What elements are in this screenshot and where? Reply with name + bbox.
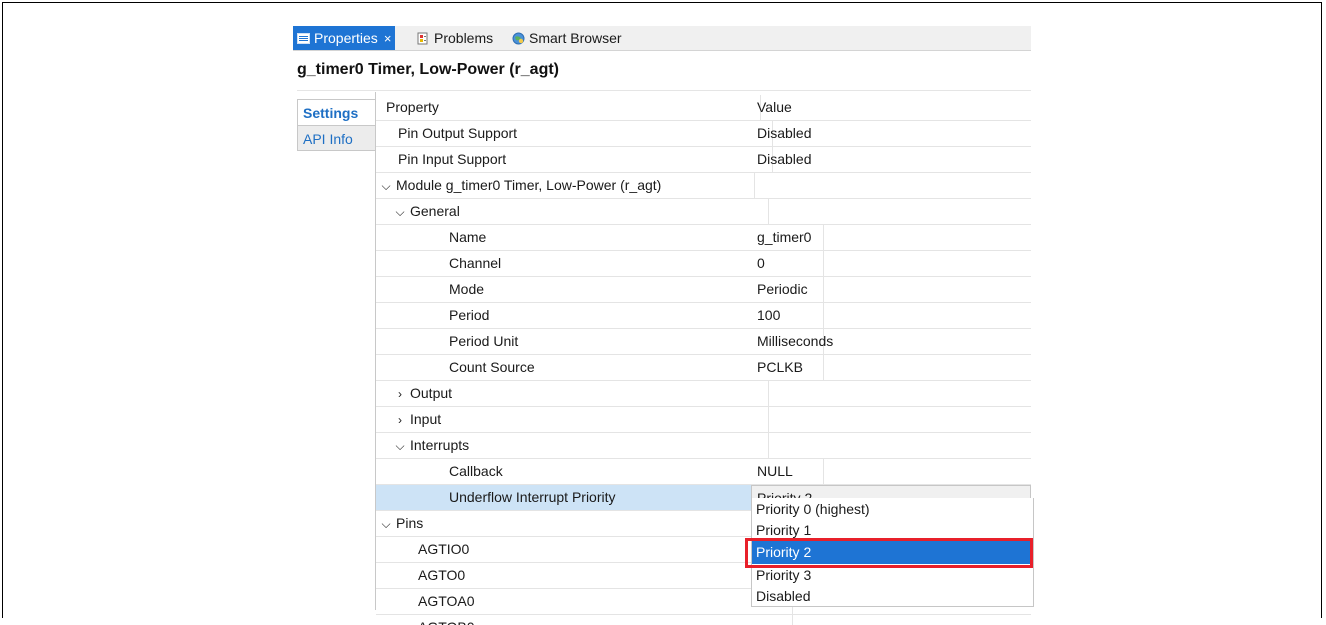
table-row[interactable]: Callback NULL — [376, 459, 1031, 485]
chevron-down-icon[interactable]: ⌵ — [394, 434, 406, 458]
property-name: AGTOB0 — [376, 615, 793, 625]
property-value[interactable]: Milliseconds — [757, 329, 1031, 354]
chevron-down-icon[interactable]: ⌵ — [380, 512, 392, 536]
table-row[interactable]: Channel 0 — [376, 251, 1031, 277]
tree-node: ⌵ General — [376, 199, 769, 224]
chevron-down-icon[interactable]: ⌵ — [380, 174, 392, 198]
property-value — [757, 199, 1031, 224]
property-name: Pin Input Support — [376, 147, 773, 172]
tree-node: ⌵ Module g_timer0 Timer, Low-Power (r_agt… — [376, 173, 755, 198]
problems-icon — [417, 32, 430, 45]
close-icon[interactable]: × — [384, 31, 392, 46]
property-value[interactable]: PCLKB — [757, 355, 1031, 380]
tree-node: ⌵ Pins — [376, 511, 755, 536]
tab-label: Properties — [314, 30, 378, 46]
tab-label: Problems — [434, 30, 494, 46]
property-name: Output — [410, 385, 453, 401]
tab-label: Smart Browser — [529, 30, 622, 46]
table-row[interactable]: Pin Output Support Disabled — [376, 121, 1031, 147]
tab-smart-browser[interactable]: Smart Browser — [512, 26, 622, 50]
tab-properties[interactable]: Properties × — [293, 26, 396, 50]
property-name: AGTIO0 — [376, 537, 793, 562]
table-row[interactable]: ⌵ Module g_timer0 Timer, Low-Power (r_agt… — [376, 173, 1031, 199]
side-tab-settings[interactable]: Settings — [297, 99, 376, 125]
column-header-value[interactable]: Value — [757, 95, 1031, 120]
property-value[interactable] — [757, 615, 1031, 625]
table-row[interactable]: Period Unit Milliseconds — [376, 329, 1031, 355]
tree-node: › Input — [376, 407, 769, 432]
property-value — [757, 433, 1031, 458]
dropdown-option[interactable]: Disabled — [752, 586, 1033, 606]
tree-node: ⌵ Interrupts — [376, 433, 769, 458]
property-name: General — [410, 203, 460, 219]
smart-browser-icon — [512, 32, 525, 45]
property-value[interactable]: 100 — [757, 303, 1031, 328]
property-value — [757, 381, 1031, 406]
priority-dropdown-list: Priority 0 (highest) Priority 1 Priority… — [751, 498, 1034, 607]
table-row[interactable]: › Output — [376, 381, 1031, 407]
property-value[interactable]: g_timer0 — [757, 225, 1031, 250]
tab-problems[interactable]: Problems — [417, 26, 493, 50]
property-name: Pin Output Support — [376, 121, 773, 146]
property-value[interactable]: Disabled — [757, 121, 1031, 146]
property-value — [757, 407, 1031, 432]
chevron-right-icon[interactable]: › — [394, 382, 406, 406]
property-name: Input — [410, 411, 442, 427]
tree-node: › Output — [376, 381, 769, 406]
panel-title: g_timer0 Timer, Low-Power (r_agt) — [297, 52, 1031, 91]
table-row[interactable]: ⌵ General — [376, 199, 1031, 225]
column-header-property[interactable]: Property — [376, 95, 761, 120]
table-row[interactable]: › Input — [376, 407, 1031, 433]
property-name: Module g_timer0 Timer, Low-Power (r_agt) — [396, 177, 662, 193]
chevron-right-icon[interactable]: › — [394, 408, 406, 432]
property-value — [757, 173, 1031, 198]
property-value[interactable]: 0 — [757, 251, 1031, 276]
property-value[interactable]: NULL — [757, 459, 1031, 484]
side-tab-api-info[interactable]: API Info — [297, 125, 376, 151]
property-value[interactable]: Disabled — [757, 147, 1031, 172]
property-value[interactable]: Periodic — [757, 277, 1031, 302]
property-name: Interrupts — [410, 437, 470, 453]
dropdown-option[interactable]: Priority 3 — [752, 564, 1033, 586]
table-row[interactable]: Pin Input Support Disabled — [376, 147, 1031, 173]
table-row[interactable]: Mode Periodic — [376, 277, 1031, 303]
chevron-down-icon[interactable]: ⌵ — [394, 200, 406, 224]
dropdown-option[interactable]: Priority 1 — [752, 521, 1033, 541]
dropdown-option-highlighted[interactable]: Priority 2 — [752, 541, 1033, 564]
table-row[interactable]: Name g_timer0 — [376, 225, 1031, 251]
table-row[interactable]: ⌵ Interrupts — [376, 433, 1031, 459]
properties-icon — [297, 32, 310, 45]
view-tab-bar: Properties × Problems Smart Browser — [293, 26, 1031, 51]
table-header: Property Value — [376, 95, 1031, 121]
table-row[interactable]: Period 100 — [376, 303, 1031, 329]
property-name: Pins — [396, 515, 424, 531]
dropdown-option[interactable]: Priority 0 (highest) — [752, 498, 1033, 521]
table-row[interactable]: AGTOB0 — [376, 615, 1031, 625]
side-tab-list: Settings API Info — [297, 99, 376, 151]
table-row[interactable]: Count Source PCLKB — [376, 355, 1031, 381]
property-name: AGTO0 — [376, 563, 793, 588]
property-name: AGTOA0 — [376, 589, 793, 614]
